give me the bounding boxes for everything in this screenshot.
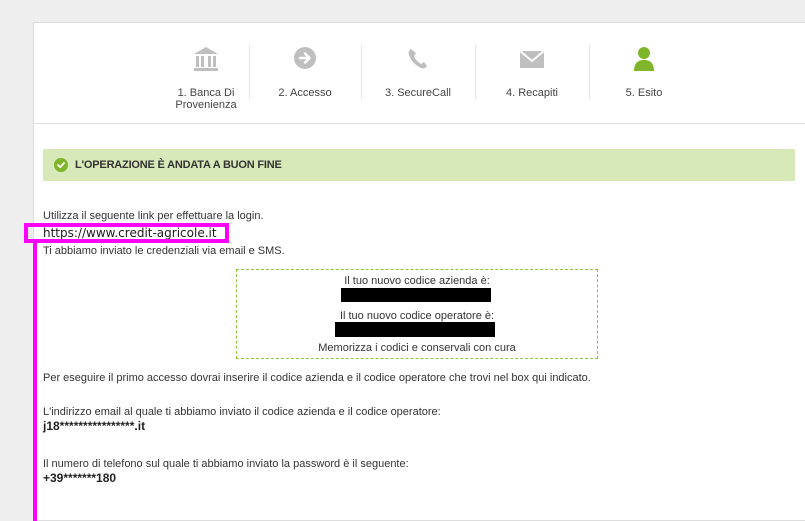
- step-label-access: 2. Accesso: [278, 87, 332, 99]
- link-highlight-box: [24, 223, 229, 243]
- step-result: 5. Esito: [589, 23, 699, 123]
- first-access-text: Per eseguire il primo accesso dovrai ins…: [43, 372, 591, 384]
- highlight-connector-line: [33, 243, 37, 521]
- progress-stepper: 1. Banca Di Provenienza 2. Accesso 3. Se…: [34, 23, 805, 124]
- user-icon: [631, 45, 657, 73]
- bank-icon: [193, 45, 219, 73]
- login-intro-text: Utilizza il seguente link per effettuare…: [43, 210, 264, 222]
- phone-label: Il numero di telefono sul quale ti abbia…: [43, 458, 409, 470]
- arrow-circle-icon: [292, 45, 318, 73]
- step-securecall: 3. SecureCall: [361, 23, 475, 123]
- phone-icon: [405, 45, 431, 73]
- step-label-result: 5. Esito: [625, 87, 663, 99]
- credentials-sent-text: Ti abbiamo inviato le credenziali via em…: [43, 245, 285, 257]
- codes-box: Il tuo nuovo codice azienda è: Il tuo nu…: [236, 269, 598, 359]
- check-circle-icon: [54, 158, 68, 172]
- email-label: L'indirizzo email al quale ti abbiamo in…: [43, 406, 441, 418]
- success-message: L'OPERAZIONE È ANDATA A BUON FINE: [75, 159, 282, 171]
- email-value: j18****************.it: [43, 419, 146, 433]
- phone-value: +39*******180: [43, 471, 117, 485]
- step-access: 2. Accesso: [249, 23, 361, 123]
- company-code-redacted: [341, 288, 491, 302]
- step-label-contacts: 4. Recapiti: [506, 87, 558, 99]
- codes-memo-text: Memorizza i codici e conservali con cura: [318, 342, 516, 354]
- success-banner: L'OPERAZIONE È ANDATA A BUON FINE: [43, 149, 795, 181]
- step-label-securecall: 3. SecureCall: [384, 87, 452, 99]
- result-panel: 1. Banca Di Provenienza 2. Accesso 3. Se…: [33, 22, 805, 521]
- envelope-icon: [519, 45, 545, 73]
- company-code-label: Il tuo nuovo codice azienda è:: [344, 275, 490, 287]
- operator-code-label: Il tuo nuovo codice operatore è:: [339, 310, 495, 322]
- step-bank: 1. Banca Di Provenienza: [154, 23, 258, 123]
- step-label-bank: 1. Banca Di Provenienza: [175, 87, 237, 111]
- operator-code-redacted: [335, 322, 495, 337]
- step-contacts: 4. Recapiti: [475, 23, 589, 123]
